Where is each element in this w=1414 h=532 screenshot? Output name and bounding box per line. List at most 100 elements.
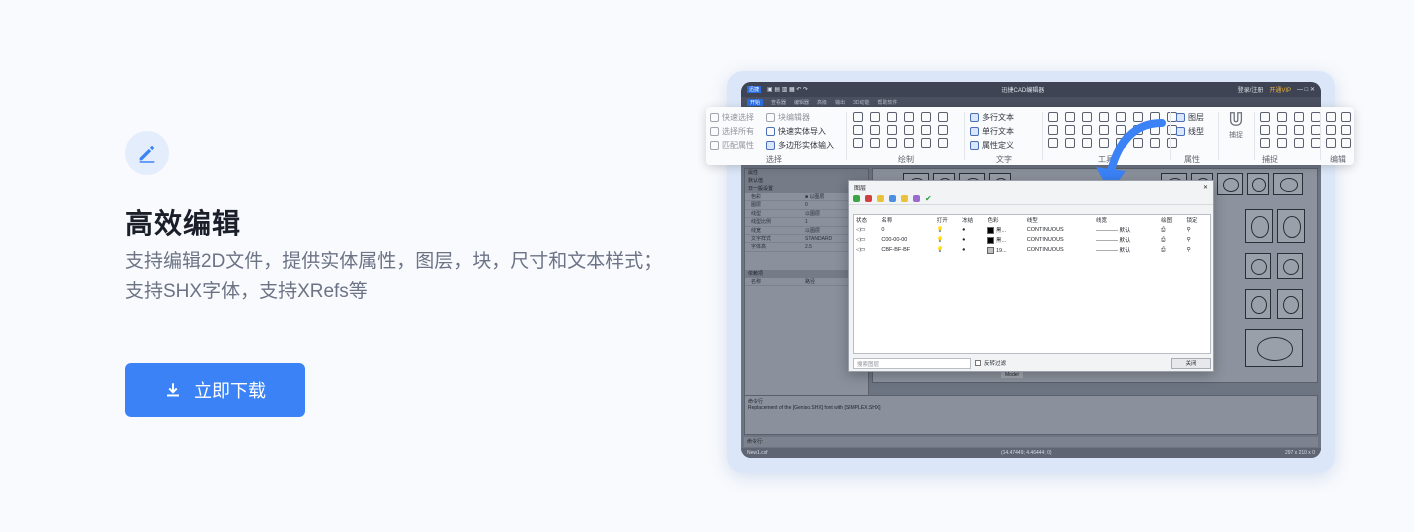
layer-on-icon[interactable]: 💡 [935,235,960,245]
lock-icon[interactable]: ⚲ [1185,235,1210,245]
multiline-text-icon [970,112,979,122]
layer-on-icon[interactable]: 💡 [935,245,960,255]
color-swatch[interactable] [987,227,995,235]
vip-link[interactable]: 开通VIP [1269,85,1291,94]
ribbon-separator [846,112,847,160]
multiline-text-button[interactable]: 多行文本 [970,110,1014,124]
tab-viewer[interactable]: 查看器 [771,99,786,106]
color-swatch[interactable] [987,246,995,254]
status-file: New1.cxf [747,450,768,456]
edit-tools[interactable] [1326,112,1353,148]
block-editor-icon [766,112,775,122]
layer-freeze-icon[interactable]: ● [960,245,985,255]
tab-3d[interactable]: 3D动能 [853,99,869,106]
layer-freeze-icon[interactable]: ● [960,225,985,235]
printer-icon[interactable]: ⎙ [1159,245,1184,255]
layer-table-header: 状态 名称 打开 冻结 色彩 线型 线宽 绘图 锁定 [856,218,1198,224]
new-layer-icon[interactable] [853,195,860,202]
tab-editor[interactable]: 编辑器 [794,99,809,106]
layer-table: 状态 名称 打开 冻结 色彩 线型 线宽 绘图 锁定 ◁▭ 0 💡 ● 黑...… [853,214,1211,354]
tab-help[interactable]: 帮助软件 [877,99,897,106]
polygon-block-import-button[interactable]: 多边形实体输入 [766,138,834,152]
linetype-button[interactable]: 线型 [1176,124,1204,138]
layer-on-icon[interactable]: 💡 [935,225,960,235]
status-size: 297 x 210 x 0 [1284,450,1315,456]
invert-filter-checkbox[interactable]: 反转过滤 [975,359,1006,367]
layer-freeze-icon[interactable]: ● [960,235,985,245]
layer-search-input[interactable]: 搜索图层 [853,358,971,369]
cad-block [1245,209,1273,243]
layer-button[interactable]: 图层 [1176,110,1204,124]
ribbon-label-snap: 捕捉 [1262,155,1278,164]
login-link[interactable]: 登录/注册 [1238,85,1264,94]
match-props-icon [710,140,719,150]
draw-tools[interactable] [853,112,952,148]
download-icon [167,383,179,397]
status-bar: New1.cxf (14.47449; 4.46444; 0) 297 x 21… [741,448,1321,458]
layer-dialog-titlebar: 图层 ✕ [849,181,1213,193]
layer-props-icon[interactable] [913,195,920,202]
app-menu-tabs: 开始 查看器 编辑器 高级 输出 3D动能 帮助软件 [741,97,1321,107]
tab-start[interactable]: 开始 [747,98,764,106]
feature-description: 支持编辑2D文件，提供实体属性，图层，块，尺寸和文本样式；支持SHX字体，支持X… [125,251,663,302]
quick-block-import-button[interactable]: 快速实体导入 [766,124,834,138]
ribbon-label-edit: 编辑 [1330,155,1346,164]
layer-freeze-icon[interactable] [889,195,896,202]
ribbon-group-select: 快速选择 选择所有 匹配属性 [710,110,754,152]
match-props-button[interactable]: 匹配属性 [710,138,754,152]
quick-select-button[interactable]: 快速选择 [710,110,754,124]
ribbon-label-props: 属性 [1184,155,1200,164]
window-controls[interactable]: — □ ✕ [1297,86,1315,93]
cad-block [1277,209,1305,243]
single-text-icon [970,126,979,136]
select-all-icon [710,126,719,136]
quick-access-icons[interactable]: ▣ ▤ ▥ ▦ ↶ ↷ [767,86,808,93]
lock-icon[interactable]: ⚲ [1185,225,1210,235]
ribbon-separator [1320,112,1321,160]
properties-header: 属性 [745,169,868,177]
ribbon-group-text: 多行文本 单行文本 属性定义 [970,110,1014,152]
apply-check-icon[interactable]: ✔ [925,195,932,203]
lock-icon[interactable]: ⚲ [1185,245,1210,255]
model-tab[interactable]: Model [1001,372,1023,378]
delete-layer-icon[interactable] [865,195,872,202]
edit-pencil-icon [125,131,169,175]
table-row[interactable]: ◁▭ CBF-BF-BF 💡 ● 19... CONTINUOUS ———— 默… [854,245,1210,255]
layer-state-icon: ◁▭ [856,237,866,243]
cad-block [1245,289,1271,319]
command-input-label: 命令行: [747,439,764,445]
cad-block [1245,329,1303,367]
attribute-def-button[interactable]: 属性定义 [970,138,1014,152]
status-coords: (14.47449; 4.46444; 0) [1000,450,1052,456]
layer-dialog-title: 图层 [854,185,867,192]
ribbon-toolbar: 快速选择 选择所有 匹配属性 块编辑器 快速实体导入 多边形实体输入 选择 绘制… [706,107,1354,165]
layer-on-icon[interactable] [877,195,884,202]
single-line-text-button[interactable]: 单行文本 [970,124,1014,138]
layer-dialog-close-button[interactable]: 关闭 [1171,358,1211,369]
block-editor-button[interactable]: 块编辑器 [766,110,834,124]
dialog-close-icon[interactable]: ✕ [1203,184,1208,191]
color-swatch[interactable] [987,237,995,245]
ribbon-separator [1254,112,1255,160]
cad-block [1217,173,1243,195]
command-output: Replacement of the [Geniso.SHX] font wit… [748,405,881,411]
table-row[interactable]: ◁▭ C00-00-00 💡 ● 黑... CONTINUOUS ———— 默认… [854,235,1210,245]
table-row[interactable]: ◁▭ 0 💡 ● 黑... CONTINUOUS ———— 默认 ⎙ ⚲ [854,225,1210,235]
ribbon-separator [1170,112,1171,160]
printer-icon[interactable]: ⎙ [1159,225,1184,235]
download-button[interactable]: 立即下载 [125,363,305,417]
layer-dialog-toolbar: ✔ [849,193,1213,205]
layer-lock-icon[interactable] [901,195,908,202]
checkbox-box[interactable] [975,360,981,366]
tab-advanced[interactable]: 高级 [817,99,827,106]
layer-state-icon: ◁▭ [856,247,866,253]
snap-tools[interactable] [1260,112,1325,148]
cad-block [1277,289,1303,319]
select-all-button[interactable]: 选择所有 [710,124,754,138]
layer-icon [1176,112,1185,122]
printer-icon[interactable]: ⎙ [1159,235,1184,245]
tab-output[interactable]: 输出 [835,99,845,106]
linetype-icon [1176,126,1185,136]
snap-button[interactable]: 捕捉 [1224,110,1248,140]
command-input[interactable]: 命令行: [744,437,1318,447]
